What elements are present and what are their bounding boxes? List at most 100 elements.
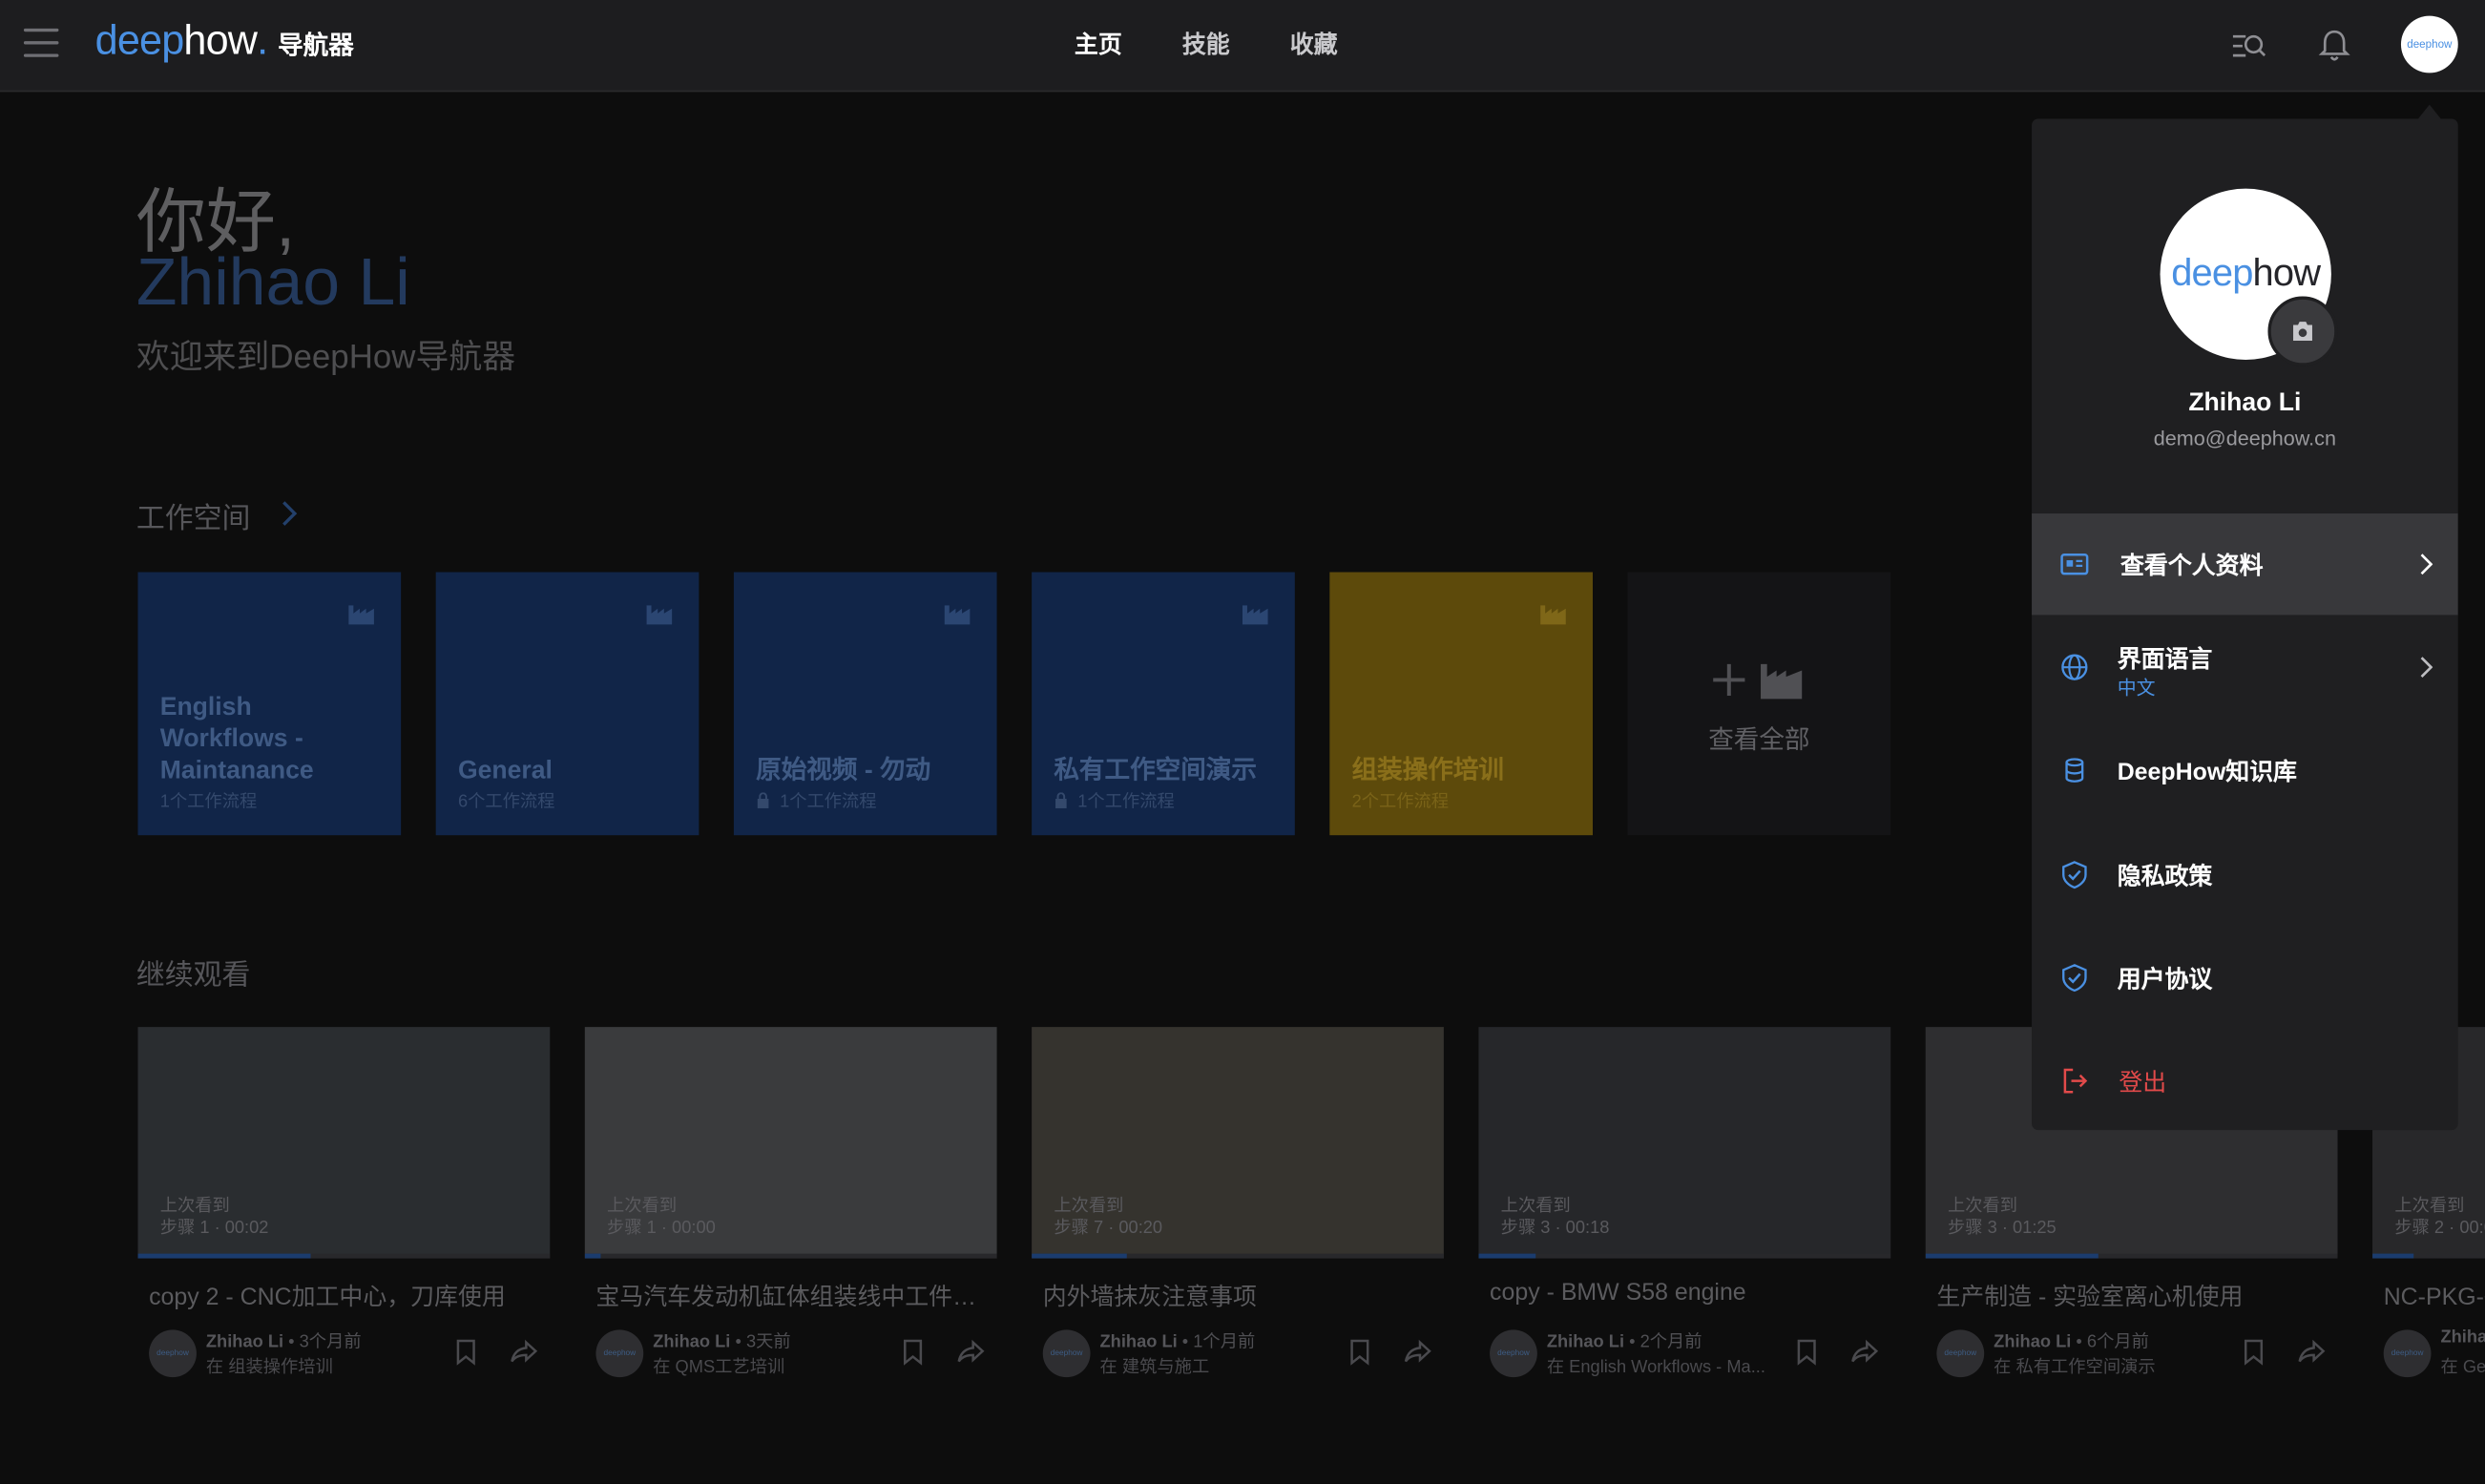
video-title[interactable]: NC-PKG-硬	[2384, 1279, 2485, 1312]
video-author-line: Zhihao Li • 3天前	[653, 1332, 791, 1352]
menu-user-agreement[interactable]: 用户协议	[2032, 928, 2458, 1029]
share-icon[interactable]	[1851, 1338, 1880, 1367]
user-avatar-button[interactable]: deephow	[2400, 15, 2458, 73]
video-author: Zhihao Li	[1546, 1332, 1625, 1352]
video-thumbnail[interactable]: 上次看到 步骤 7 · 00:20	[1032, 1027, 1444, 1259]
workspace-card[interactable]: 组装操作培训 2个工作流程	[1329, 572, 1594, 836]
factory-icon	[944, 605, 971, 625]
workspace-card[interactable]: 私有工作空间演示 1个工作流程	[1032, 572, 1295, 836]
video-card[interactable]: 上次看到 步骤 3 · 00:18 copy - BMW S58 engine dee…	[1478, 1027, 1891, 1408]
view-all-label: 查看全部	[1708, 727, 1810, 755]
video-workspace: 在 English Workflows - Ma...	[1546, 1358, 1765, 1378]
video-author-line: Zhihao Li • 1个月前	[1099, 1332, 1256, 1352]
video-author-line: Zhiha	[2440, 1328, 2484, 1348]
author-avatar: deephow	[1936, 1329, 1985, 1378]
menu-logout[interactable]: 登出	[2032, 1030, 2458, 1130]
shield-icon	[2062, 861, 2087, 889]
workspace-count-text: 1个工作流程	[1077, 792, 1175, 812]
watch-progress-bar	[2372, 1253, 2414, 1259]
video-author: Zhihao Li	[205, 1332, 284, 1352]
video-workspace: 在 组装操作培训	[205, 1358, 333, 1378]
menu-icon[interactable]	[23, 28, 59, 57]
logo-deep: deep	[94, 15, 185, 64]
workspace-card[interactable]: 原始视频 - 勿动 1个工作流程	[733, 572, 997, 836]
share-icon[interactable]	[2298, 1338, 2327, 1367]
bookmark-icon[interactable]	[451, 1338, 480, 1367]
app-logo[interactable]: deep how. 导航器	[95, 16, 354, 65]
workspaces-title[interactable]: 工作空间	[136, 496, 251, 537]
menu-label: 隐私政策	[2117, 863, 2213, 890]
continue-watching-title: 继续观看	[136, 958, 251, 991]
tab-favorites[interactable]: 收藏	[1260, 0, 1368, 92]
video-author: Zhihao Li	[1099, 1332, 1178, 1352]
video-time: 3天前	[745, 1332, 791, 1352]
chevron-right-icon[interactable]	[279, 499, 298, 528]
video-time: 1个月前	[1193, 1332, 1256, 1352]
bell-icon[interactable]	[2314, 26, 2355, 67]
workspace-count-text: 2个工作流程	[1351, 792, 1450, 812]
author-avatar: deephow	[1042, 1329, 1091, 1378]
video-card[interactable]: 上次看到 步骤 1 · 00:02 copy 2 - CNC加工中心，刀库使用 dee…	[137, 1027, 551, 1408]
avatar-logo-how: how	[2252, 252, 2321, 295]
workspace-count: 1个工作流程	[160, 787, 258, 813]
video-card[interactable]: 上次看到 步骤 7 · 00:20 内外墙抹灰注意事项 deephow Zhihao L…	[1032, 1027, 1444, 1408]
video-title[interactable]: 宝马汽车发动机缸体组装线中工件如...	[595, 1279, 992, 1312]
workspace-card[interactable]: English Workflows - Maintanance 1个工作流程	[137, 572, 402, 836]
video-step: 步骤 3 · 01:25	[1948, 1219, 2057, 1239]
video-time: 6个月前	[2086, 1332, 2149, 1352]
video-title[interactable]: copy - BMW S58 engine	[1490, 1279, 1886, 1306]
tab-home[interactable]: 主页	[1044, 0, 1152, 92]
menu-knowledge-base[interactable]: DeepHow知识库	[2032, 720, 2458, 821]
menu-language[interactable]: 界面语言 中文	[2032, 617, 2458, 718]
video-workspace: 在 Ge	[2440, 1358, 2485, 1378]
video-workspace: 在 QMS工艺培训	[653, 1358, 785, 1378]
video-author: Zhiha	[2440, 1327, 2485, 1348]
video-author-line: Zhihao Li • 6个月前	[1994, 1332, 2149, 1352]
menu-label: 登出	[2119, 1069, 2167, 1097]
share-icon[interactable]	[957, 1338, 986, 1367]
profile-dropdown: deephow Zhihao Li demo@deephow.cn 查看个人资料…	[2032, 118, 2458, 1131]
app-root: deep how. 导航器 主页 技能 收藏 deephow 你好, Zhihao…	[0, 0, 2485, 1484]
video-author: Zhihao Li	[653, 1332, 731, 1352]
greeting-welcome: 欢迎来到DeepHow导航器	[136, 339, 516, 376]
video-thumbnail[interactable]: 上次看到 步骤 1 · 00:00	[584, 1027, 997, 1259]
video-author-line: Zhihao Li • 2个月前	[1546, 1332, 1702, 1352]
workspace-card[interactable]: General 6个工作流程	[435, 572, 700, 836]
bookmark-icon[interactable]	[1346, 1338, 1374, 1367]
lock-icon	[757, 792, 769, 808]
shield-check-icon	[2062, 964, 2087, 993]
search-list-icon[interactable]	[2228, 26, 2269, 67]
video-thumbnail[interactable]: 上次看到 步骤 1 · 00:02	[137, 1027, 551, 1259]
progress-track	[584, 1253, 997, 1259]
factory-icon	[646, 605, 673, 625]
share-icon[interactable]	[1404, 1338, 1432, 1367]
bookmark-icon[interactable]	[2240, 1338, 2268, 1367]
logo-suffix: 导航器	[278, 32, 354, 61]
video-time: 3个月前	[299, 1332, 362, 1352]
video-title[interactable]: 生产制造 - 实验室离心机使用	[1936, 1279, 2332, 1312]
menu-view-profile[interactable]: 查看个人资料	[2032, 513, 2458, 616]
logout-icon	[2063, 1068, 2088, 1094]
menu-label: 界面语言	[2117, 646, 2213, 674]
globe-icon	[2061, 654, 2088, 680]
video-title[interactable]: 内外墙抹灰注意事项	[1043, 1279, 1439, 1312]
video-step: 步骤 1 · 00:00	[607, 1219, 716, 1239]
bookmark-icon[interactable]	[1792, 1338, 1821, 1367]
video-title[interactable]: copy 2 - CNC加工中心，刀库使用	[149, 1279, 545, 1312]
change-avatar-button[interactable]	[2267, 296, 2338, 366]
watch-progress-bar	[1032, 1253, 1127, 1259]
tab-skills[interactable]: 技能	[1152, 0, 1260, 92]
view-all-workspaces-card[interactable]: 查看全部	[1627, 572, 1891, 836]
author-avatar: deephow	[149, 1329, 197, 1378]
video-thumbnail[interactable]: 上次看到 步骤 3 · 00:18	[1478, 1027, 1891, 1259]
share-icon[interactable]	[511, 1338, 539, 1367]
logo-dot: .	[257, 15, 269, 64]
id-card-icon	[2060, 553, 2089, 575]
author-avatar: deephow	[1490, 1329, 1537, 1378]
workspace-count-text: 6个工作流程	[457, 792, 555, 812]
top-bar: deep how. 导航器 主页 技能 收藏 deephow	[0, 0, 2485, 93]
current-language: 中文	[2117, 677, 2156, 700]
menu-privacy-policy[interactable]: 隐私政策	[2032, 825, 2458, 926]
video-card[interactable]: 上次看到 步骤 1 · 00:00 宝马汽车发动机缸体组装线中工件如... deeph…	[584, 1027, 997, 1408]
bookmark-icon[interactable]	[899, 1338, 928, 1367]
